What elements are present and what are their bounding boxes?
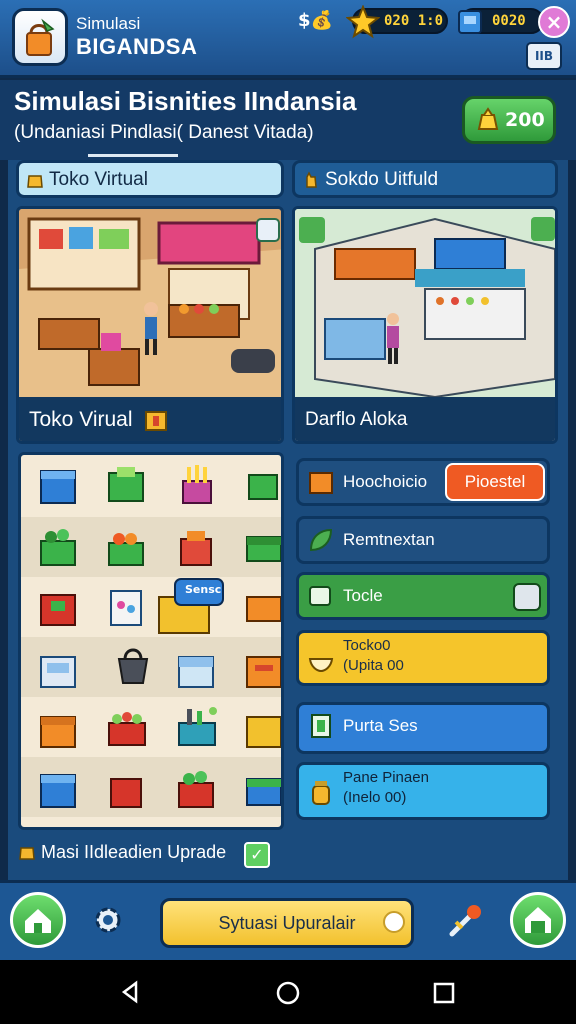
inventory-item-blue-cooler[interactable] xyxy=(37,767,81,811)
shop-label-darflo: Darflo Aloka xyxy=(295,397,555,441)
box-icon xyxy=(309,472,333,494)
action-hoochoicio[interactable]: Hoochoicio Pioestel xyxy=(296,458,550,506)
gem-counter[interactable]: 0020 xyxy=(458,8,544,34)
inventory-item-green-box[interactable] xyxy=(243,463,284,507)
pioestel-button[interactable]: Pioestel xyxy=(445,463,545,501)
action-pane-pinaen[interactable]: Pane Pinaen (Inelo 00) xyxy=(296,762,550,820)
action-tocko[interactable]: Tocko0 (Upita 00 xyxy=(296,630,550,686)
shop-label-virtual: Toko Virual xyxy=(19,397,281,441)
primary-action-button[interactable]: Sytuasi Upuralair xyxy=(160,898,414,948)
shop-card-darflo[interactable]: Darflo Aloka xyxy=(292,206,558,444)
shop-home-button[interactable] xyxy=(510,892,566,948)
gear-icon[interactable] xyxy=(90,902,126,938)
action-label: Remtnextan xyxy=(343,530,435,549)
shop-label-text: Toko Virual xyxy=(29,408,133,431)
action-label-line2: (Inelo 00) xyxy=(343,789,407,806)
inventory-item-red-crate[interactable] xyxy=(175,525,219,569)
inventory-item-bottle-crate[interactable] xyxy=(175,705,219,749)
page-title: Simulasi Bisnities IIndansia xyxy=(14,86,357,116)
brand: Simulasi BIGANDSA xyxy=(76,14,197,60)
coins-value: 200 xyxy=(505,109,545,131)
coins-button[interactable]: 200 xyxy=(462,96,556,144)
action-purta-ses[interactable]: Purta Ses xyxy=(296,702,550,754)
back-icon[interactable] xyxy=(118,980,142,1004)
brand-line1: Simulasi xyxy=(76,14,141,33)
inventory-item-green-cooler[interactable] xyxy=(243,767,284,811)
page-subtitle: (Undaniasi Pindlasi( Danest Vitada) xyxy=(14,122,314,143)
home-icon xyxy=(25,909,51,933)
tab-toko-virtual[interactable]: Toko Virtual xyxy=(16,160,284,198)
app-logo xyxy=(12,8,68,66)
inventory-item-green-chest[interactable] xyxy=(243,525,284,569)
star-counter-value: 020 1:0 xyxy=(384,13,444,29)
inventory-item-red-bag[interactable] xyxy=(37,585,81,629)
shop-bag-icon xyxy=(27,175,43,188)
inventory-item-green-crate[interactable] xyxy=(105,463,149,507)
tab-label: Sokdo Uitfuld xyxy=(325,169,439,190)
home-button[interactable] xyxy=(10,892,66,948)
bowl-icon xyxy=(308,658,334,673)
primary-action-label: Sytuasi Upuralair xyxy=(218,913,356,933)
gem-counter-value: 0020 xyxy=(492,13,526,29)
darflo-store-illustration xyxy=(295,209,555,397)
star-counter[interactable]: 020 1:0 xyxy=(346,5,448,39)
shop-card-virtual[interactable]: Toko Virual xyxy=(16,206,284,444)
subtitle-underline xyxy=(88,154,178,157)
tag-icon xyxy=(383,911,405,933)
wrench-icon[interactable] xyxy=(446,902,486,938)
inventory-grid: Sensc xyxy=(18,452,284,830)
brand-line2: BIGANDSA xyxy=(76,34,198,59)
recent-apps-icon[interactable] xyxy=(432,981,456,1005)
close-icon[interactable]: × xyxy=(538,6,570,38)
action-remtnextan[interactable]: Remtnextan xyxy=(296,516,550,564)
shop-box-icon xyxy=(145,411,168,432)
inventory-item-produce-tray[interactable] xyxy=(105,705,149,749)
store-icon xyxy=(525,907,551,933)
gem-box-icon xyxy=(458,10,482,34)
inventory-item-orange-bin[interactable] xyxy=(37,707,81,751)
action-label-line1: Pane Pinaen xyxy=(343,769,429,786)
star-icon xyxy=(346,5,380,39)
hand-icon xyxy=(306,171,317,188)
action-label: Purta Ses xyxy=(343,716,418,735)
inventory-item-cereal-box[interactable] xyxy=(105,585,149,629)
action-label-line1: Tocko0 xyxy=(343,637,391,654)
upgrade-checkbox[interactable]: ✓ xyxy=(244,842,270,868)
inventory-item-greens-crate[interactable] xyxy=(175,767,219,811)
system-nav-bar xyxy=(0,960,576,1024)
shop-bag-icon xyxy=(19,847,35,860)
door-icon xyxy=(311,714,331,738)
coin-bag-icon xyxy=(477,107,499,130)
tab-sokdo-uitfuld[interactable]: Sokdo Uitfuld xyxy=(292,160,558,198)
action-label-line2: (Upita 00 xyxy=(343,657,404,674)
inventory-item-freezer-box[interactable] xyxy=(175,647,219,691)
action-label: Hoochoicio xyxy=(343,472,428,491)
inventory-item-gold-box[interactable] xyxy=(243,707,284,751)
inventory-item-orange-box[interactable] xyxy=(243,585,284,629)
inventory-item-shopping-basket[interactable] xyxy=(111,643,155,687)
inventory-sign-label: Sensc xyxy=(185,583,222,596)
home-circle-icon[interactable] xyxy=(275,980,301,1006)
inventory-item-red-box[interactable] xyxy=(105,767,149,811)
leaf-icon xyxy=(309,528,333,552)
inventory-item-fries[interactable] xyxy=(175,463,219,507)
inventory-item-vegetables[interactable] xyxy=(37,525,81,569)
inventory-item-dairy-box[interactable] xyxy=(37,647,81,691)
inventory-item-orange-crate[interactable] xyxy=(243,647,284,691)
action-label: Tocle xyxy=(343,586,383,605)
tocle-toggle[interactable] xyxy=(513,583,541,611)
tag-icon xyxy=(309,586,331,606)
upgrade-label: Masi IIdleadien Uprade xyxy=(18,842,226,863)
pioestel-button-label: Pioestel xyxy=(464,472,526,491)
tab-label: Toko Virtual xyxy=(49,169,148,190)
menu-toggle-button[interactable]: IIB xyxy=(526,42,562,70)
inventory-item-fruit-basket[interactable] xyxy=(105,525,149,569)
virtual-store-illustration xyxy=(19,209,281,397)
inventory-item-blue-box[interactable] xyxy=(37,463,81,507)
upgrade-label-text: Masi IIdleadien Uprade xyxy=(41,842,227,862)
action-tocle[interactable]: Tocle xyxy=(296,572,550,620)
jar-icon xyxy=(312,781,330,805)
